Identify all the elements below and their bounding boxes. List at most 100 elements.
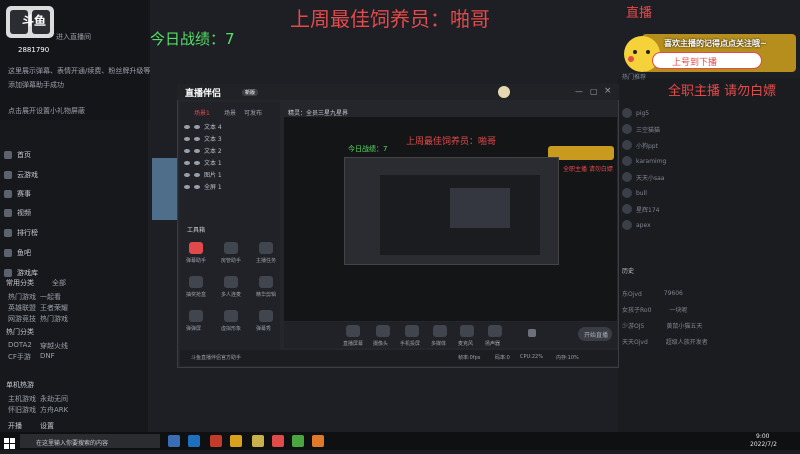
cpu-stat: CPU:22%	[520, 354, 543, 360]
task-view-icon[interactable]	[168, 435, 180, 447]
tool-label: 弹弹屏	[186, 326, 202, 332]
lock-icon[interactable]	[194, 184, 200, 189]
camera-icon[interactable]	[376, 325, 390, 337]
clip-icon[interactable]	[259, 276, 273, 288]
stream-thumbnail[interactable]	[152, 158, 178, 220]
category-item[interactable]: 热门游戏	[8, 292, 36, 302]
nav-item-video[interactable]: 视频	[4, 208, 31, 218]
multi-mic-icon[interactable]	[224, 276, 238, 288]
history-item[interactable]: 东Ojvd 79606	[622, 289, 683, 298]
nav-item-rank[interactable]: 排行榜	[4, 228, 38, 238]
recommend-item[interactable]: pig5	[622, 108, 649, 118]
recommend-item[interactable]: 星辉174	[622, 204, 659, 214]
category-item[interactable]: 一起看	[40, 292, 61, 302]
nav-item-fish-bar[interactable]: 鱼吧	[4, 248, 31, 258]
category-item[interactable]: DNF	[40, 352, 55, 360]
eye-icon[interactable]	[184, 148, 190, 153]
lock-icon[interactable]	[194, 124, 200, 129]
windows-start-icon[interactable]	[4, 435, 16, 449]
eye-icon[interactable]	[184, 172, 190, 177]
tab-scene[interactable]: 场景	[224, 108, 236, 117]
lottery-icon[interactable]	[189, 276, 203, 288]
lock-icon[interactable]	[194, 160, 200, 165]
tab-scene1[interactable]: 场景1	[194, 108, 210, 117]
source-row[interactable]: 文本 2	[184, 146, 222, 155]
source-row[interactable]: 图片 1	[184, 170, 222, 179]
category-item[interactable]: CF手游	[8, 352, 31, 362]
history-item[interactable]: 少游OJ5 黄鼠小猫五天	[622, 321, 702, 330]
tab-publish[interactable]: 可发布	[244, 108, 262, 117]
danmaku-icon[interactable]	[189, 242, 203, 254]
app-icon[interactable]	[210, 435, 222, 447]
chat-line: 进入直播间	[56, 33, 91, 41]
nav-item-events[interactable]: 赛事	[4, 189, 31, 199]
history-item[interactable]: 女孩子Ro0 一块呢	[622, 305, 687, 314]
speaker-icon[interactable]	[488, 325, 502, 337]
chrome-icon[interactable]	[292, 435, 304, 447]
source-row[interactable]: 文本 4	[184, 122, 222, 131]
recommend-item[interactable]: bull	[622, 188, 647, 198]
category-item[interactable]: 主机游戏	[8, 394, 36, 404]
nav-item-home[interactable]: 首页	[4, 150, 31, 160]
fish-bar-icon	[4, 249, 12, 257]
nav-item-game-library[interactable]: 游戏库	[4, 268, 38, 278]
screen-icon[interactable]	[346, 325, 360, 337]
lock-icon[interactable]	[194, 148, 200, 153]
minimize-icon[interactable]: —	[575, 87, 583, 96]
tool-label: 虚拟形象	[221, 326, 242, 332]
source-row[interactable]: 全屏 1	[184, 182, 222, 191]
history-item[interactable]: 天天Ojvd 超级人族开发者	[622, 337, 708, 346]
start-live-tab[interactable]: 开播	[8, 421, 22, 431]
tool-label: 房管助手	[221, 258, 242, 264]
settings-icon[interactable]	[528, 329, 536, 337]
taskbar-date[interactable]: 2022/7/2	[750, 441, 777, 448]
show-icon[interactable]	[259, 310, 273, 322]
phone-cast-icon[interactable]	[405, 325, 419, 337]
recommend-item[interactable]: 天天小saa	[622, 172, 664, 182]
source-row[interactable]: 文本 1	[184, 158, 222, 167]
eye-icon[interactable]	[184, 136, 190, 141]
media-icon[interactable]	[433, 325, 447, 337]
avatar-icon[interactable]	[224, 310, 238, 322]
app-icon[interactable]	[272, 435, 284, 447]
recommend-item[interactable]: karamimg	[622, 156, 666, 166]
task-icon[interactable]	[259, 242, 273, 254]
app-icon[interactable]	[312, 435, 324, 447]
category-item[interactable]: 怀旧游戏	[8, 405, 36, 415]
app-icon[interactable]	[230, 435, 242, 447]
category-item[interactable]: 英雄联盟	[8, 303, 36, 313]
category-item[interactable]: 网游竞技	[8, 314, 36, 324]
eye-icon[interactable]	[184, 184, 190, 189]
maximize-icon[interactable]: ▢	[590, 87, 598, 96]
room-admin-icon[interactable]	[224, 242, 238, 254]
recommend-item[interactable]: apex	[622, 220, 651, 230]
game-library-icon	[4, 269, 12, 277]
steam-icon[interactable]	[188, 435, 200, 447]
recommend-item[interactable]: 小狗ppt	[622, 140, 658, 150]
settings-tab[interactable]: 设置	[40, 421, 54, 431]
eye-icon[interactable]	[184, 124, 190, 129]
eye-icon[interactable]	[184, 160, 190, 165]
category-item[interactable]: DOTA2	[8, 341, 32, 349]
app-icon[interactable]	[252, 435, 264, 447]
category-item[interactable]: 永劫无间	[40, 394, 68, 404]
category-item[interactable]: 方舟ARK	[40, 405, 68, 415]
nav-item-cloud-game[interactable]: 云游戏	[4, 170, 38, 180]
section-more-link[interactable]: 全部	[52, 278, 66, 288]
source-row[interactable]: 文本 3	[184, 134, 222, 143]
user-avatar[interactable]	[498, 86, 510, 98]
recommend-item[interactable]: 三空猫猫	[622, 124, 660, 134]
category-item[interactable]: 王者荣耀	[40, 303, 68, 313]
avatar-icon	[622, 188, 632, 198]
lock-icon[interactable]	[194, 136, 200, 141]
danmu-screen-icon[interactable]	[189, 310, 203, 322]
taskbar-time[interactable]: 9:00	[756, 433, 769, 440]
mic-icon[interactable]	[460, 325, 474, 337]
version-badge: 新版	[242, 89, 259, 96]
lock-icon[interactable]	[194, 172, 200, 177]
category-item[interactable]: 热门游戏	[40, 314, 68, 324]
close-icon[interactable]: ×	[604, 86, 612, 96]
category-item[interactable]: 穿越火线	[40, 341, 68, 351]
chat-line: 添加弹幕助手成功	[8, 81, 64, 89]
history-header: 历史	[622, 268, 635, 275]
